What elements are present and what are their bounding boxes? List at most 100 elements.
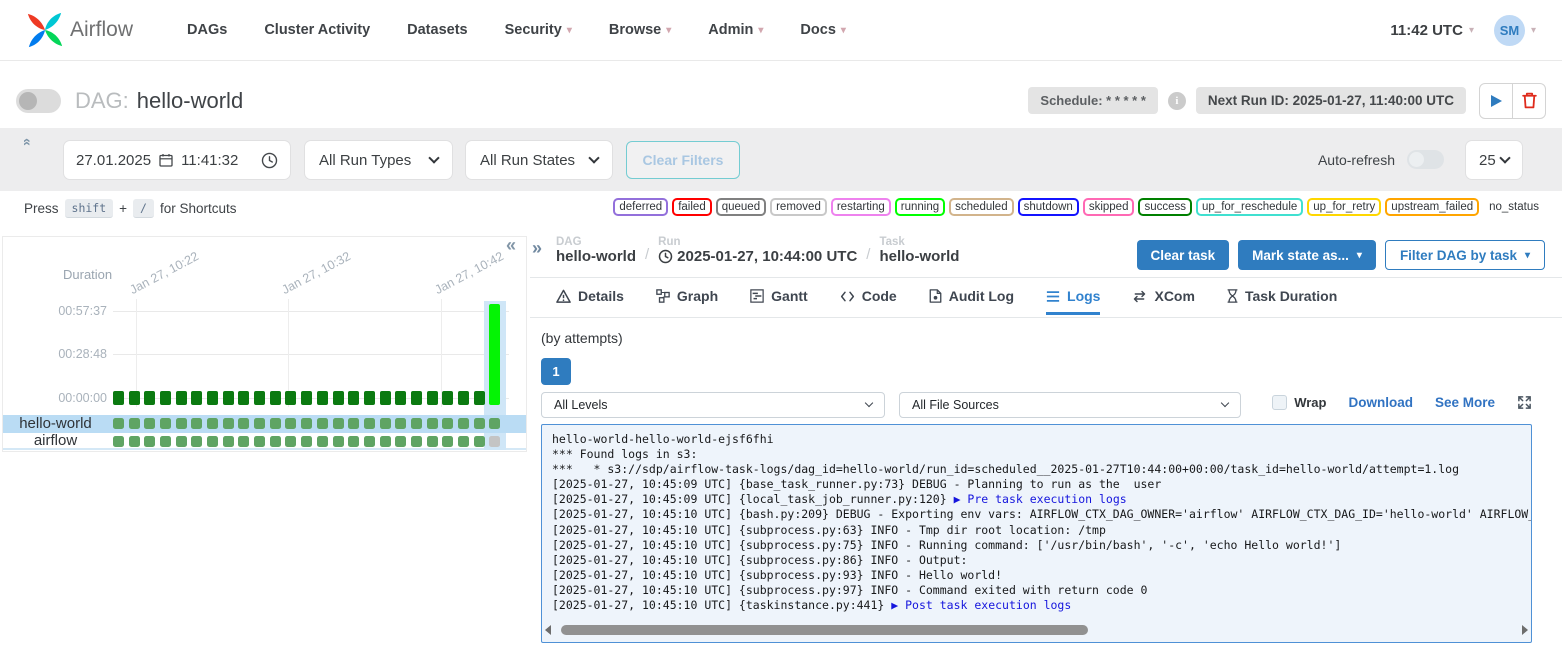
- clock-dropdown[interactable]: 11:42 UTC: [1390, 22, 1463, 39]
- task-instance-square[interactable]: [129, 436, 140, 447]
- duration-bar[interactable]: [207, 391, 218, 405]
- task-instance-square[interactable]: [160, 436, 171, 447]
- log-group-link[interactable]: ▶ Pre task execution logs: [954, 492, 1127, 506]
- state-badge-scheduled[interactable]: scheduled: [949, 198, 1013, 216]
- task-instance-square[interactable]: [144, 418, 155, 429]
- attempt-1-button[interactable]: 1: [541, 358, 571, 385]
- nav-item-datasets[interactable]: Datasets: [407, 22, 467, 38]
- run-types-select[interactable]: All Run Types: [305, 141, 452, 179]
- collapse-filters-icon[interactable]: «: [20, 138, 36, 146]
- duration-bar[interactable]: [489, 304, 500, 405]
- delete-dag-button[interactable]: [1513, 84, 1545, 118]
- task-instance-square[interactable]: [317, 418, 328, 429]
- task-instance-square[interactable]: [238, 436, 249, 447]
- duration-bar[interactable]: [458, 391, 469, 405]
- duration-bar[interactable]: [285, 391, 296, 405]
- state-badge-deferred[interactable]: deferred: [613, 198, 668, 216]
- task-instance-square[interactable]: [301, 436, 312, 447]
- tab-xcom[interactable]: XCom: [1132, 288, 1194, 315]
- task-instance-square[interactable]: [254, 436, 265, 447]
- grid-row-hello-world[interactable]: hello-world: [3, 415, 526, 433]
- nav-item-security[interactable]: Security: [505, 22, 572, 38]
- clear-filters-button[interactable]: Clear Filters: [626, 141, 740, 179]
- run-states-select[interactable]: All Run States: [466, 141, 612, 179]
- task-instance-square[interactable]: [238, 418, 249, 429]
- task-instance-square[interactable]: [474, 418, 485, 429]
- duration-bar[interactable]: [160, 391, 171, 405]
- task-instance-square[interactable]: [411, 436, 422, 447]
- see-more-link[interactable]: See More: [1435, 395, 1495, 410]
- state-badge-shutdown[interactable]: shutdown: [1018, 198, 1079, 216]
- download-link[interactable]: Download: [1348, 395, 1413, 410]
- fullscreen-icon[interactable]: [1517, 395, 1532, 410]
- duration-bar[interactable]: [144, 391, 155, 405]
- task-instance-square[interactable]: [176, 418, 187, 429]
- state-badge-running[interactable]: running: [895, 198, 945, 216]
- state-badge-removed[interactable]: removed: [770, 198, 827, 216]
- tab-details[interactable]: Details: [556, 288, 624, 315]
- clear-task-button[interactable]: Clear task: [1137, 240, 1230, 270]
- duration-bar[interactable]: [270, 391, 281, 405]
- filter-dag-by-task-button[interactable]: Filter DAG by task: [1385, 240, 1545, 270]
- scroll-left-icon[interactable]: [545, 625, 551, 635]
- task-instance-square[interactable]: [458, 436, 469, 447]
- task-instance-square[interactable]: [129, 418, 140, 429]
- task-instance-square[interactable]: [113, 418, 124, 429]
- task-instance-square[interactable]: [144, 436, 155, 447]
- crumb-run-value[interactable]: 2025-01-27, 10:44:00 UTC: [658, 248, 857, 265]
- task-instance-square[interactable]: [333, 418, 344, 429]
- dag-pause-toggle[interactable]: [16, 89, 61, 113]
- airflow-logo-icon[interactable]: [26, 11, 64, 49]
- nav-item-admin[interactable]: Admin: [708, 22, 763, 38]
- state-badge-skipped[interactable]: skipped: [1083, 198, 1135, 216]
- task-instance-square[interactable]: [427, 436, 438, 447]
- task-instance-square[interactable]: [395, 418, 406, 429]
- scroll-right-icon[interactable]: [1522, 625, 1528, 635]
- crumb-dag-value[interactable]: hello-world: [556, 248, 636, 265]
- duration-bar[interactable]: [333, 391, 344, 405]
- task-instance-square[interactable]: [160, 418, 171, 429]
- task-instance-square[interactable]: [254, 418, 265, 429]
- task-instance-square[interactable]: [176, 436, 187, 447]
- expand-panel-icon[interactable]: »: [532, 238, 542, 259]
- log-group-link[interactable]: ▶ Post task execution logs: [891, 598, 1071, 612]
- tab-logs[interactable]: Logs: [1046, 288, 1100, 315]
- task-instance-square[interactable]: [489, 418, 500, 429]
- log-level-select[interactable]: All Levels: [541, 392, 885, 418]
- task-instance-square[interactable]: [474, 436, 485, 447]
- task-instance-square[interactable]: [364, 436, 375, 447]
- nav-item-cluster-activity[interactable]: Cluster Activity: [264, 22, 370, 38]
- duration-bar[interactable]: [191, 391, 202, 405]
- task-instance-square[interactable]: [317, 436, 328, 447]
- task-instance-square[interactable]: [285, 436, 296, 447]
- duration-bar[interactable]: [113, 391, 124, 405]
- task-instance-square[interactable]: [411, 418, 422, 429]
- task-instance-square[interactable]: [285, 418, 296, 429]
- task-instance-square[interactable]: [191, 436, 202, 447]
- state-badge-no_status[interactable]: no_status: [1483, 198, 1545, 216]
- state-badge-upstream_failed[interactable]: upstream_failed: [1385, 198, 1479, 216]
- scrollbar-thumb[interactable]: [561, 625, 1088, 635]
- task-instance-square[interactable]: [348, 436, 359, 447]
- duration-bar[interactable]: [223, 391, 234, 405]
- task-instance-square[interactable]: [191, 418, 202, 429]
- auto-refresh-toggle[interactable]: [1407, 150, 1444, 169]
- duration-bar[interactable]: [348, 391, 359, 405]
- nav-item-docs[interactable]: Docs: [800, 22, 846, 38]
- duration-bar[interactable]: [442, 391, 453, 405]
- task-instance-square[interactable]: [223, 436, 234, 447]
- collapse-grid-icon[interactable]: «: [506, 235, 516, 256]
- duration-bar[interactable]: [395, 391, 406, 405]
- datetime-picker[interactable]: 27.01.2025 11:41:32: [64, 141, 290, 179]
- task-instance-square[interactable]: [380, 436, 391, 447]
- duration-bar[interactable]: [301, 391, 312, 405]
- state-badge-up_for_retry[interactable]: up_for_retry: [1307, 198, 1381, 216]
- task-instance-square[interactable]: [348, 418, 359, 429]
- schedule-info-icon[interactable]: i: [1168, 92, 1186, 110]
- crumb-task-value[interactable]: hello-world: [879, 248, 959, 265]
- duration-bar[interactable]: [427, 391, 438, 405]
- tab-audit-log[interactable]: Audit Log: [929, 288, 1014, 315]
- task-instance-square[interactable]: [442, 418, 453, 429]
- nav-item-dags[interactable]: DAGs: [187, 22, 227, 38]
- task-instance-square[interactable]: [207, 418, 218, 429]
